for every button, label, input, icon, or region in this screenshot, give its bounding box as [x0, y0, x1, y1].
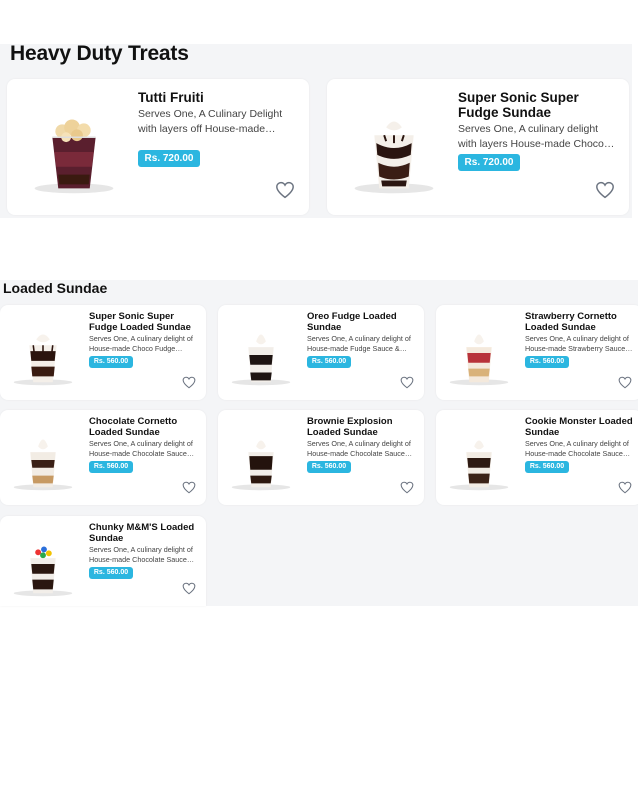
- product-description: Serves One, A culinary delight with laye…: [458, 123, 615, 151]
- price-badge: Rs. 720.00: [458, 154, 520, 171]
- heart-outline-icon[interactable]: [618, 376, 632, 389]
- price-badge: Rs. 560.00: [307, 461, 351, 473]
- product-name: Super Sonic Super Fudge Sundae: [458, 90, 579, 121]
- price-badge: Rs. 560.00: [307, 356, 351, 368]
- product-description: Serves One, A culinary delight of House-…: [89, 545, 195, 565]
- heart-outline-icon[interactable]: [182, 582, 196, 595]
- price-badge: Rs. 560.00: [525, 461, 569, 473]
- product-image: [13, 334, 73, 386]
- product-name: Strawberry Cornetto Loaded Sundae: [525, 311, 617, 333]
- product-card-oreo-fudge-loaded-sundae[interactable]: Oreo Fudge Loaded Sundae Serves One, A c…: [218, 305, 424, 400]
- price-badge: Rs. 560.00: [525, 356, 569, 368]
- product-image: [13, 546, 73, 597]
- product-name: Chocolate Cornetto Loaded Sundae: [89, 416, 178, 438]
- product-image: [231, 334, 291, 386]
- product-image: [34, 119, 114, 194]
- heart-outline-icon[interactable]: [182, 481, 196, 494]
- product-description: Serves One, A Culinary Delight with laye…: [138, 108, 283, 136]
- product-description: Serves One, A culinary delight of House-…: [89, 334, 193, 354]
- product-card-super-sonic-super-fudge-sundae[interactable]: Super Sonic Super Fudge Sundae Serves On…: [327, 79, 629, 215]
- product-name: Oreo Fudge Loaded Sundae: [307, 311, 397, 333]
- price-badge: Rs. 560.00: [89, 567, 133, 579]
- product-card-chunky-mms-loaded-sundae[interactable]: Chunky M&M'S Loaded Sundae Serves One, A…: [0, 516, 206, 606]
- section-title-loaded-sundae: Loaded Sundae: [3, 280, 108, 296]
- product-description: Serves One, A culinary delight of House-…: [525, 334, 633, 354]
- price-badge: Rs. 720.00: [138, 150, 200, 167]
- product-description: Serves One, A culinary delight of House-…: [307, 439, 413, 459]
- heart-outline-icon[interactable]: [400, 481, 414, 494]
- heart-outline-icon[interactable]: [275, 181, 295, 199]
- product-description: Serves One, A culinary delight of House-…: [525, 439, 631, 459]
- product-card-cookie-monster-loaded-sundae[interactable]: Cookie Monster Loaded Sundae Serves One,…: [436, 410, 638, 505]
- product-image: [354, 121, 434, 194]
- heart-outline-icon[interactable]: [595, 181, 615, 199]
- price-badge: Rs. 560.00: [89, 356, 133, 368]
- product-image: [13, 439, 73, 491]
- product-name: Super Sonic Super Fudge Loaded Sundae: [89, 311, 191, 333]
- heart-outline-icon[interactable]: [182, 376, 196, 389]
- heart-outline-icon[interactable]: [618, 481, 632, 494]
- product-image: [449, 440, 509, 491]
- product-name: Tutti Fruiti: [138, 90, 204, 105]
- product-description: Serves One, A culinary delight of House-…: [89, 439, 195, 459]
- product-image: [449, 334, 509, 386]
- product-card-brownie-explosion-loaded-sundae[interactable]: Brownie Explosion Loaded Sundae Serves O…: [218, 410, 424, 505]
- product-card-strawberry-cornetto-loaded-sundae[interactable]: Strawberry Cornetto Loaded Sundae Serves…: [436, 305, 638, 400]
- product-image: [231, 440, 291, 491]
- section-title-heavy-duty-treats: Heavy Duty Treats: [10, 42, 189, 65]
- product-card-tutti-fruiti[interactable]: Tutti Fruiti Serves One, A Culinary Deli…: [7, 79, 309, 215]
- price-badge: Rs. 560.00: [89, 461, 133, 473]
- product-name: Cookie Monster Loaded Sundae: [525, 416, 633, 438]
- product-name: Chunky M&M'S Loaded Sundae: [89, 522, 195, 544]
- product-description: Serves One, A culinary delight of House-…: [307, 334, 411, 354]
- product-name: Brownie Explosion Loaded Sundae: [307, 416, 393, 438]
- product-card-super-sonic-super-fudge-loaded-sundae[interactable]: Super Sonic Super Fudge Loaded Sundae Se…: [0, 305, 206, 400]
- heart-outline-icon[interactable]: [400, 376, 414, 389]
- product-card-chocolate-cornetto-loaded-sundae[interactable]: Chocolate Cornetto Loaded Sundae Serves …: [0, 410, 206, 505]
